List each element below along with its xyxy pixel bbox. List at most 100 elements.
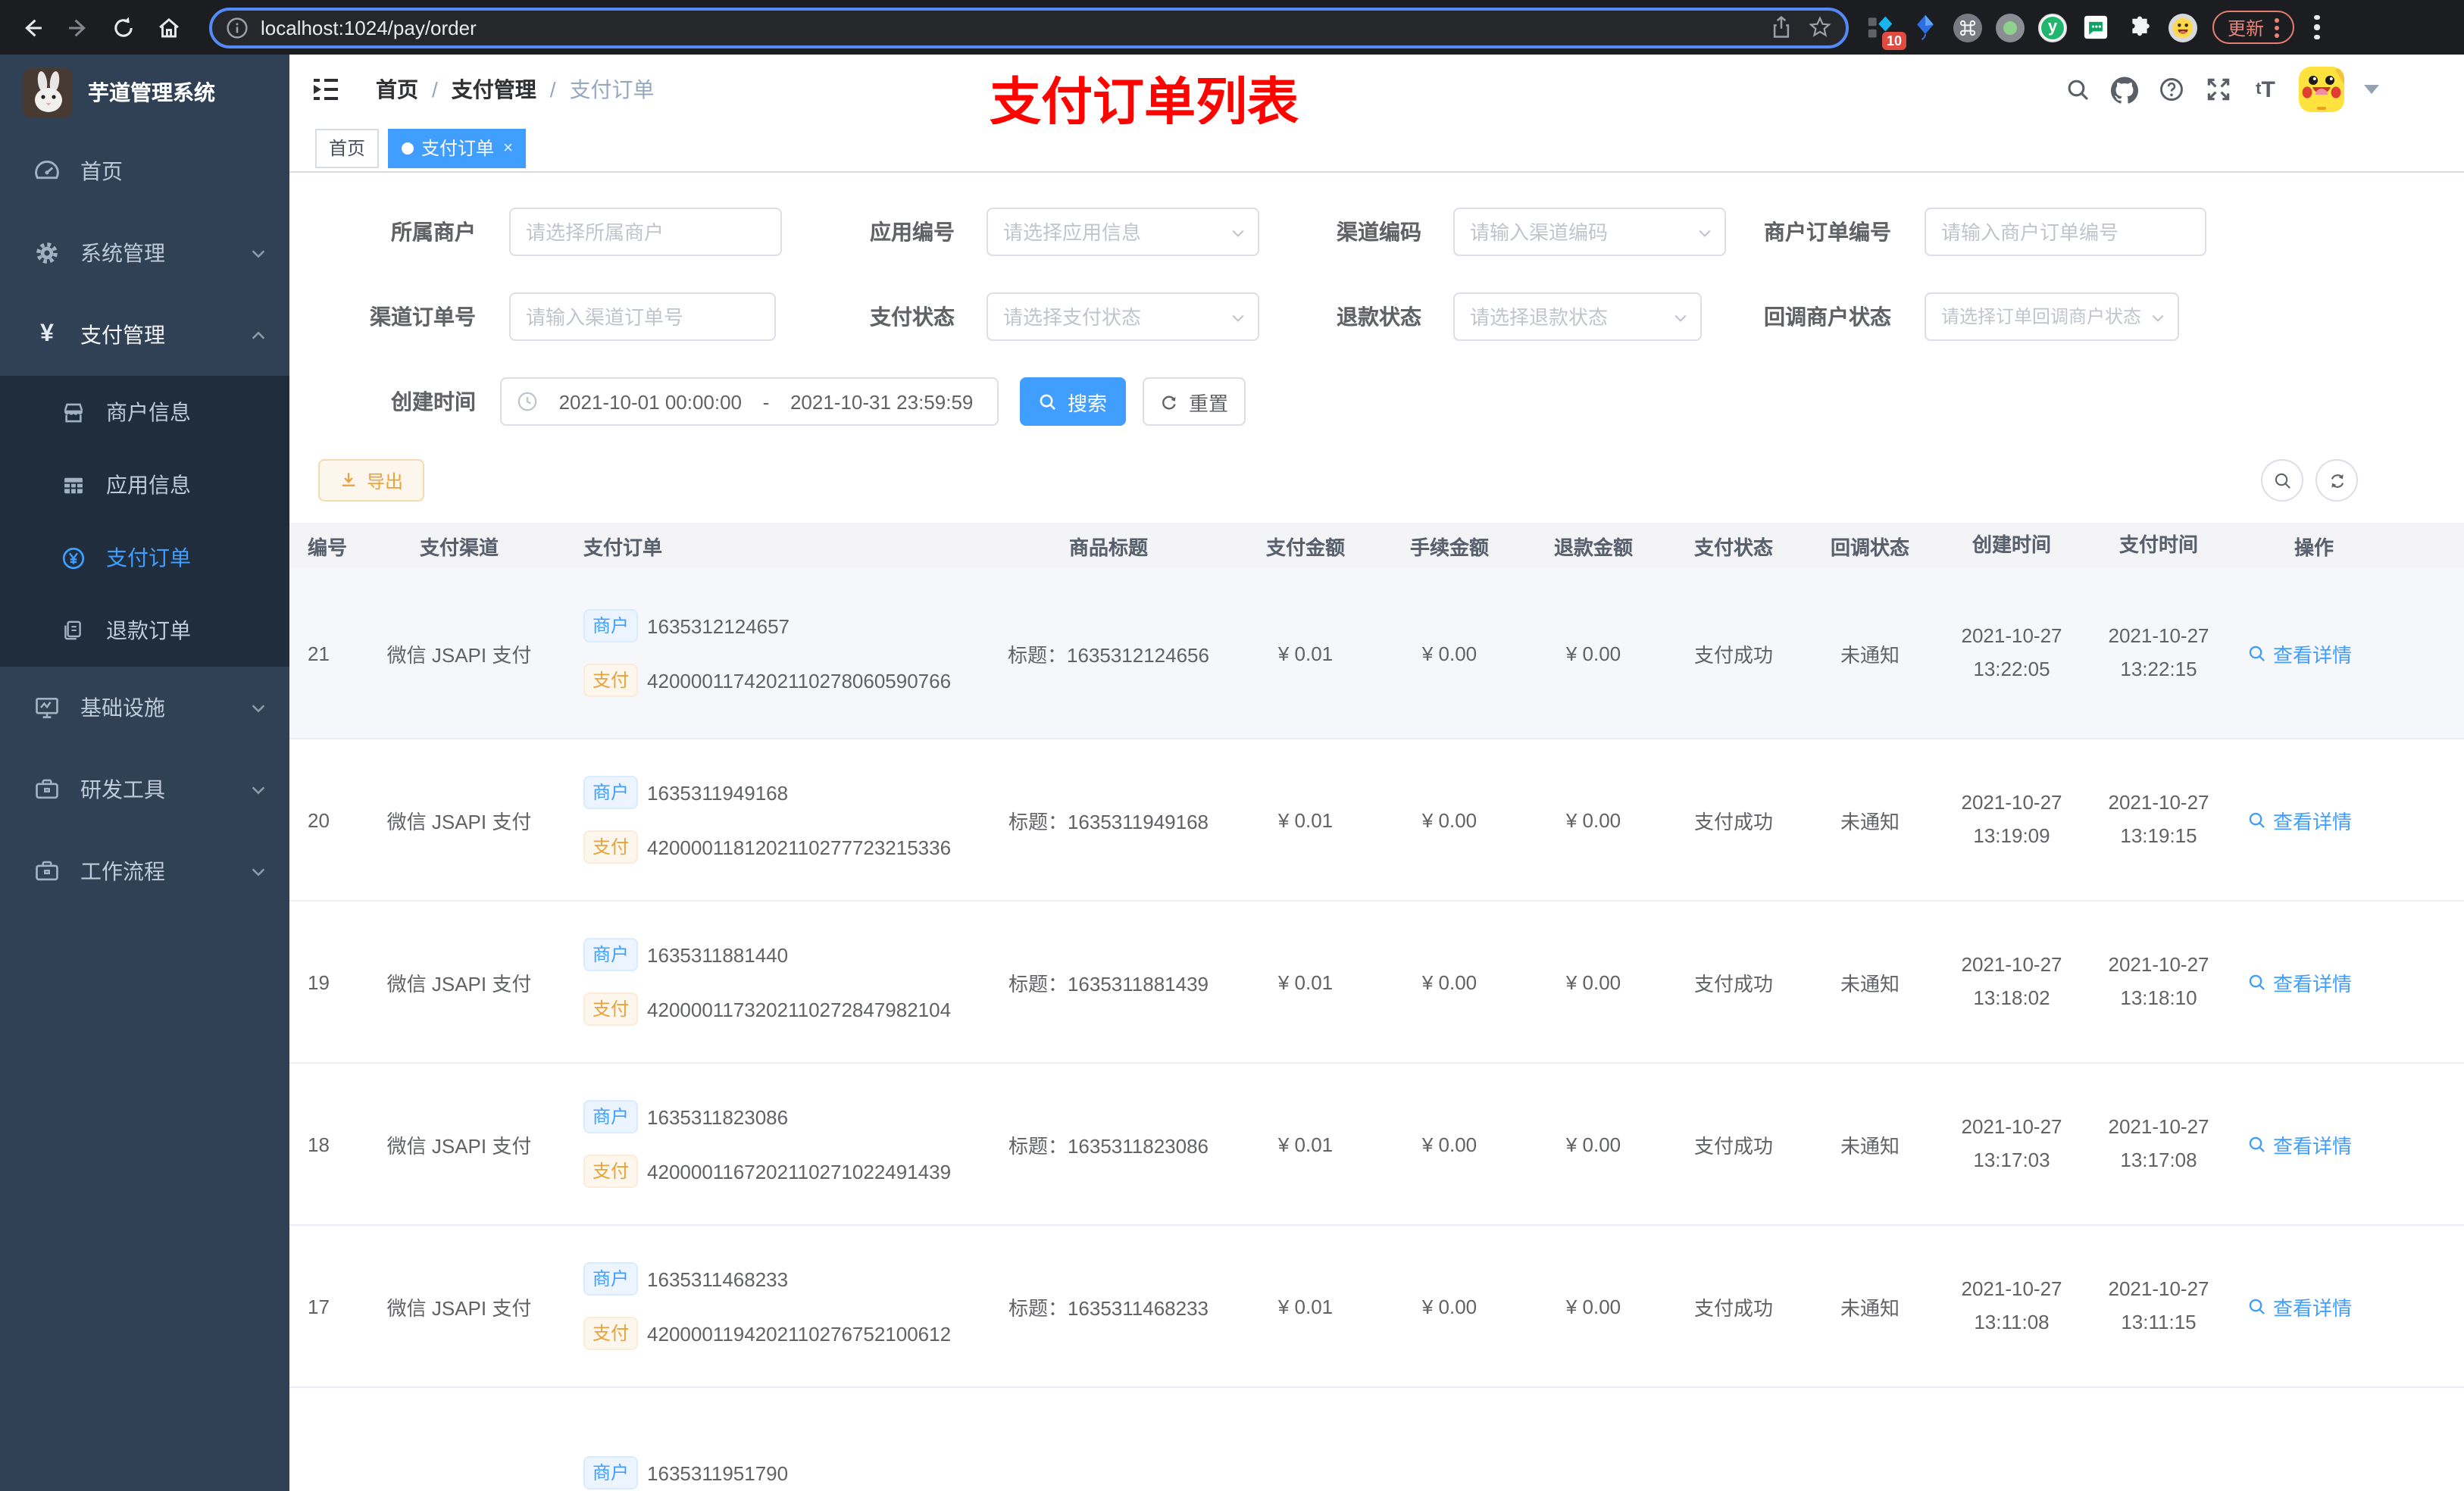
navbar: 首页 / 支付管理 / 支付订单 支付订单列表 t T: [289, 55, 2464, 132]
browser-menu-button[interactable]: [2308, 9, 2325, 46]
fullscreen-icon[interactable]: [2205, 76, 2232, 103]
browser-update-button[interactable]: 更新: [2212, 11, 2295, 44]
app-select[interactable]: [987, 208, 1259, 256]
merchant-order-no-input[interactable]: [1925, 208, 2206, 256]
help-icon[interactable]: [2158, 76, 2185, 103]
pay-status-select[interactable]: [987, 292, 1259, 341]
extension-command-icon[interactable]: [1953, 13, 1982, 42]
extension-y-icon[interactable]: y: [2038, 13, 2067, 42]
merchant-order-no-field[interactable]: [1926, 209, 2205, 255]
table-row: 21 微信 JSAPI 支付 商户 1635312124657 支付 4200001…: [289, 568, 2464, 739]
url-text: localhost:1024/pay/order: [261, 16, 477, 39]
toggle-search-button[interactable]: [2261, 459, 2303, 502]
browser-home-button[interactable]: [145, 5, 191, 50]
extension-chat-icon[interactable]: [2081, 12, 2111, 42]
sidebar-item-home[interactable]: 首页: [0, 130, 289, 212]
github-icon[interactable]: [2111, 75, 2138, 104]
fee-amount: ¥ 0.00: [1421, 808, 1477, 831]
channel-order-no-input[interactable]: [509, 292, 776, 341]
font-size-icon[interactable]: tT: [2252, 77, 2279, 102]
breadcrumb-home[interactable]: 首页: [376, 74, 418, 105]
app-title: 芋道管理系统: [88, 80, 215, 105]
sidebar: 芋道管理系统 首页 系统管理 ¥ 支付管理 商户信息 应用信息 支付订单 退款订…: [0, 55, 289, 1491]
sidebar-item-merchant-info[interactable]: 商户信息: [0, 376, 289, 449]
pay-order-cell: 商户 1635312124657 支付 4200001174202110278060…: [544, 568, 983, 738]
pay-time: 2021-10-27 13:22:15: [2108, 624, 2209, 680]
create-time-range[interactable]: 2021-10-01 00:00:00 - 2021-10-31 23:59:5…: [500, 377, 999, 426]
browser-forward-button[interactable]: [55, 5, 100, 50]
sidebar-item-label: 支付管理: [80, 323, 165, 347]
app-logo[interactable]: 芋道管理系统: [0, 55, 289, 130]
update-label: 更新: [2228, 17, 2265, 39]
sidebar-item-infra[interactable]: 基础设施: [0, 667, 289, 749]
product-title: 标题：1635311823086: [1008, 1134, 1209, 1157]
bookmark-star-icon[interactable]: [1808, 15, 1832, 39]
merchant-input-field[interactable]: [511, 209, 780, 255]
avatar-caret-icon[interactable]: [2364, 85, 2379, 94]
table-row: 商户 1635311951790: [289, 1388, 2464, 1491]
export-button[interactable]: 导出: [318, 459, 424, 502]
refresh-button[interactable]: [2315, 459, 2358, 502]
sidebar-item-pay-order[interactable]: 支付订单: [0, 521, 289, 594]
search-button[interactable]: 搜索: [1020, 377, 1126, 426]
pay-tag: 支付: [583, 830, 639, 864]
product-title: 标题：1635311881439: [1008, 972, 1209, 995]
date-start[interactable]: 2021-10-01 00:00:00: [550, 390, 751, 413]
view-detail-link[interactable]: 查看详情: [2247, 1292, 2352, 1321]
channel-order-no-field[interactable]: [511, 294, 774, 339]
breadcrumb-section[interactable]: 支付管理: [452, 74, 536, 105]
sidebar-fold-icon[interactable]: [311, 74, 341, 105]
fee-amount: ¥ 0.00: [1421, 642, 1477, 664]
extension-emoji-icon[interactable]: [2169, 13, 2197, 42]
sidebar-item-payment[interactable]: ¥ 支付管理: [0, 294, 289, 376]
col-channel: 支付渠道: [419, 536, 499, 558]
app-select-field[interactable]: [988, 209, 1258, 255]
pay-order-no: 4200001174202110278060590766: [647, 669, 952, 692]
site-info-icon[interactable]: [226, 16, 249, 39]
extension-diamond-icon[interactable]: 10: [1865, 12, 1906, 50]
sidebar-item-dev-tools[interactable]: 研发工具: [0, 749, 289, 830]
date-end[interactable]: 2021-10-31 23:59:59: [781, 390, 982, 413]
sidebar-item-system[interactable]: 系统管理: [0, 212, 289, 294]
pay-amount: ¥ 0.01: [1277, 642, 1334, 664]
document-copy-icon: [58, 618, 88, 642]
refund-status-field[interactable]: [1455, 294, 1700, 339]
sidebar-item-refund-order[interactable]: 退款订单: [0, 594, 289, 667]
refund-status-select[interactable]: [1453, 292, 1702, 341]
browser-reload-button[interactable]: [100, 5, 145, 50]
view-detail-link[interactable]: 查看详情: [2247, 639, 2352, 667]
sidebar-item-workflow[interactable]: 工作流程: [0, 830, 289, 912]
tab-pay-order[interactable]: 支付订单 ×: [388, 128, 527, 167]
avatar[interactable]: [2299, 67, 2344, 112]
extension-puzzle-icon[interactable]: [2125, 12, 2155, 42]
active-dot: [402, 142, 414, 154]
notify-status: 未通知: [1840, 1134, 1900, 1157]
extension-kite-icon[interactable]: [1909, 12, 1940, 42]
view-detail-link[interactable]: 查看详情: [2247, 967, 2352, 996]
sidebar-item-app-info[interactable]: 应用信息: [0, 449, 289, 521]
tab-home[interactable]: 首页: [315, 128, 380, 167]
notify-status-field[interactable]: [1926, 294, 2178, 339]
view-detail-link[interactable]: 查看详情: [2247, 805, 2352, 834]
merchant-input[interactable]: [509, 208, 782, 256]
address-bar[interactable]: localhost:1024/pay/order: [209, 7, 1849, 48]
close-icon[interactable]: ×: [503, 139, 513, 157]
view-detail-link[interactable]: 查看详情: [2247, 1130, 2352, 1158]
search-icon[interactable]: [2064, 77, 2091, 102]
sidebar-item-label: 支付订单: [106, 545, 191, 570]
yen-circle-icon: [58, 545, 88, 570]
browser-back-button[interactable]: [9, 5, 55, 50]
notify-status-select[interactable]: [1925, 292, 2179, 341]
extension-dot-icon[interactable]: [1996, 13, 2025, 42]
export-button-label: 导出: [366, 470, 403, 492]
yen-icon: ¥: [40, 321, 54, 347]
col-pay-status: 支付状态: [1693, 536, 1773, 558]
pay-channel: 微信 JSAPI 支付: [386, 972, 532, 995]
action-cell: 查看详情: [2232, 739, 2464, 900]
reset-button[interactable]: 重置: [1143, 377, 1246, 426]
share-icon[interactable]: [1770, 15, 1793, 39]
pay-status: 支付成功: [1693, 972, 1773, 995]
tags-view: 首页 支付订单 ×: [289, 124, 2464, 173]
col-id: 编号: [308, 536, 348, 558]
pay-status-field[interactable]: [988, 294, 1258, 339]
